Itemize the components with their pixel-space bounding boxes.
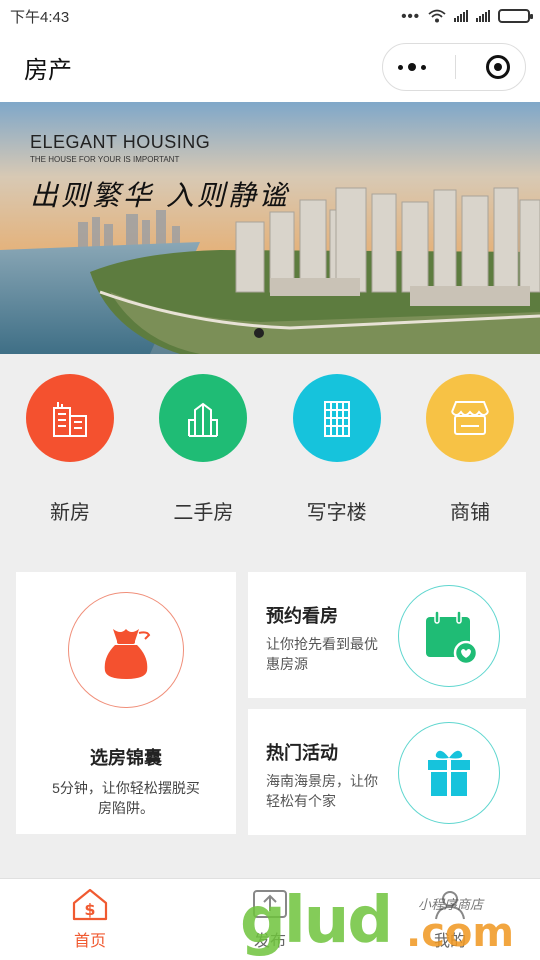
card-description: 5分钟，让你轻松摆脱买房陷阱。: [52, 780, 200, 816]
status-bar: 下午4:43 •••: [0, 0, 540, 32]
profile-icon: [435, 891, 465, 920]
tab-label: 首页: [73, 933, 106, 950]
status-time: 下午4:43: [10, 8, 70, 26]
buildings-icon: [26, 374, 114, 462]
calendar-check-icon: [426, 610, 479, 666]
banner-heading: ELEGANT HOUSING: [30, 132, 211, 152]
category-label: 商铺: [449, 502, 490, 524]
card-hot-events[interactable]: 热门活动 海南海景房，让你轻松有个家: [248, 709, 526, 835]
money-bag-icon: [104, 629, 151, 679]
wifi-icon: [428, 9, 446, 23]
gift-icon: [428, 750, 470, 796]
banner-subheading: THE HOUSE FOR YOUR IS IMPORTANT: [30, 155, 180, 164]
card-title: 预约看房: [266, 606, 338, 626]
calendar-ring: [398, 585, 500, 687]
hero-banner[interactable]: ELEGANT HOUSING THE HOUSE FOR YOUR IS IM…: [0, 102, 540, 354]
tower-icon: [159, 374, 248, 462]
publish-icon: [253, 890, 287, 918]
card-title: 热门活动: [266, 743, 338, 763]
close-target-icon[interactable]: [486, 55, 511, 79]
carousel-indicator[interactable]: [254, 328, 264, 338]
card-appointment[interactable]: 预约看房 让你抢先看到最优惠房源: [248, 572, 526, 698]
card-description: 让你抢先看到最优惠房源: [266, 636, 378, 672]
category-second-hand[interactable]: 二手房: [145, 354, 261, 554]
status-dots: •••: [401, 7, 420, 25]
tab-bar: $ 首页 发布 我的: [0, 878, 540, 960]
tab-label: 发布: [253, 933, 286, 950]
status-icons: •••: [401, 7, 533, 25]
page-title: 房产: [24, 56, 72, 84]
home-dollar-icon: $: [72, 888, 108, 921]
battery-icon: [498, 9, 533, 23]
svg-text:$: $: [84, 900, 95, 919]
tab-label: 我的: [433, 933, 466, 950]
tab-profile[interactable]: 我的: [360, 879, 540, 960]
nav-bar: 房产: [0, 32, 540, 102]
office-building-icon: [292, 374, 381, 462]
card-house-guide[interactable]: 选房锦囊 5分钟，让你轻松摆脱买房陷阱。: [16, 572, 236, 834]
tab-publish[interactable]: 发布: [180, 879, 360, 960]
category-grid: 新房 二手房 写字楼 商铺: [0, 354, 540, 554]
signal-icon: [454, 10, 468, 22]
capsule-divider: [455, 55, 457, 79]
banner-slogan: 出则繁华 入则静谧: [30, 179, 290, 212]
tab-home[interactable]: $ 首页: [0, 879, 180, 960]
shop-icon: [425, 374, 514, 462]
category-office[interactable]: 写字楼: [279, 354, 395, 554]
category-label: 写字楼: [306, 502, 367, 524]
mini-program-capsule: [382, 43, 526, 91]
gift-ring: [398, 722, 500, 824]
more-icon[interactable]: [397, 63, 426, 71]
signal-icon: [476, 10, 490, 22]
money-bag-ring: [68, 592, 184, 708]
card-description: 海南海景房，让你轻松有个家: [266, 773, 378, 809]
category-label: 新房: [50, 502, 90, 524]
category-new-house[interactable]: 新房: [12, 354, 128, 554]
category-label: 二手房: [173, 502, 234, 524]
card-title: 选房锦囊: [90, 748, 162, 768]
category-shop[interactable]: 商铺: [412, 354, 528, 554]
